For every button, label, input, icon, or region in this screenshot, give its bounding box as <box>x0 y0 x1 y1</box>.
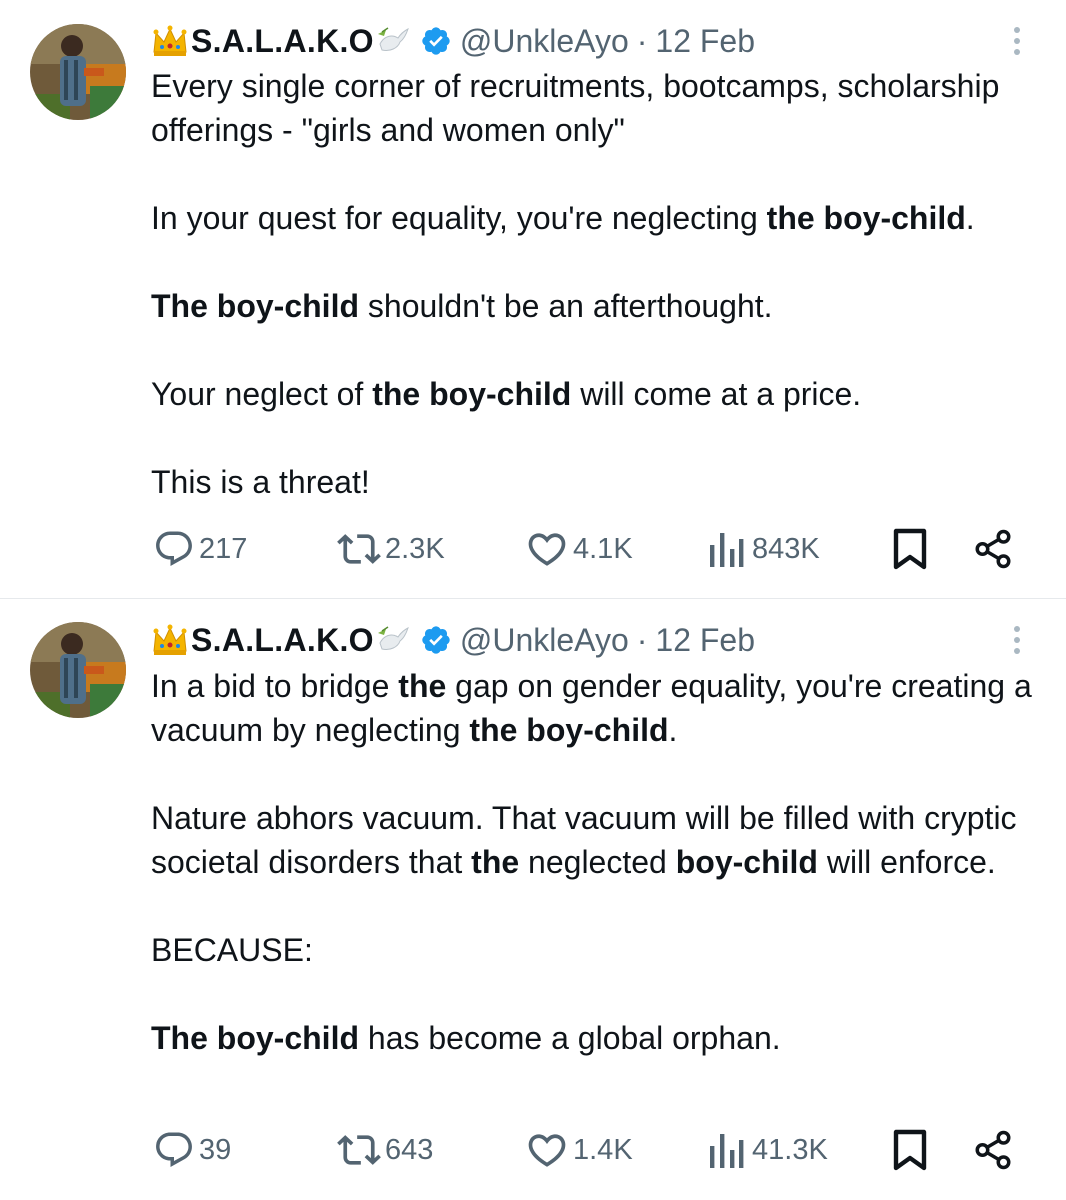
user-handle[interactable]: @UnkleAyo <box>460 21 629 61</box>
tweet-date[interactable]: 12 Feb <box>655 21 755 61</box>
reply-button[interactable]: 39 <box>153 1128 231 1172</box>
heart-icon <box>528 533 566 566</box>
share-button[interactable] <box>972 527 1014 571</box>
views-button[interactable]: 843K <box>708 527 820 571</box>
view-count: 843K <box>752 532 820 565</box>
verified-badge-icon[interactable] <box>420 624 452 656</box>
display-name[interactable]: S.A.L.A.K.O <box>191 21 374 61</box>
tweet-1[interactable]: S.A.L.A.K.O @UnkleAyo · 12 Feb Every sin… <box>0 0 1066 598</box>
avatar[interactable] <box>30 24 126 120</box>
heart-icon <box>528 1134 566 1167</box>
paragraph: The boy-child shouldn't be an afterthoug… <box>151 288 773 324</box>
share-icon <box>975 1130 1011 1170</box>
paragraph: In your quest for equality, you're negle… <box>151 200 975 236</box>
reply-icon <box>156 1132 192 1167</box>
paragraph: In a bid to bridge the gap on gender equ… <box>151 668 1032 748</box>
like-button[interactable]: 1.4K <box>525 1128 633 1172</box>
repost-icon <box>337 1135 381 1165</box>
like-button[interactable]: 4.1K <box>525 527 633 571</box>
more-options-icon[interactable] <box>1002 620 1032 660</box>
separator-dot: · <box>636 622 648 658</box>
more-options-icon[interactable] <box>1002 21 1032 61</box>
user-handle[interactable]: @UnkleAyo <box>460 620 629 660</box>
crown-emoji-icon <box>153 624 187 655</box>
reply-count: 39 <box>199 1133 232 1166</box>
repost-icon <box>337 534 381 564</box>
paragraph: Every single corner of recruitments, boo… <box>151 68 1000 148</box>
repost-count: 2.3K <box>385 532 445 565</box>
avatar-photo <box>30 622 126 718</box>
repost-button[interactable]: 643 <box>337 1128 433 1172</box>
repost-button[interactable]: 2.3K <box>337 527 445 571</box>
paragraph: Your neglect of the boy-child will come … <box>151 376 862 412</box>
share-icon <box>975 529 1011 569</box>
separator-dot: · <box>636 23 648 59</box>
share-button[interactable] <box>972 1128 1014 1172</box>
tweet-2[interactable]: S.A.L.A.K.O @UnkleAyo · 12 Feb In a bid … <box>0 599 1066 1199</box>
reply-count: 217 <box>199 532 248 565</box>
action-bar: 217 2.3K 4.1K 843K <box>0 527 1066 571</box>
action-bar: 39 643 1.4K 41.3K <box>0 1128 1066 1172</box>
views-icon <box>710 533 744 567</box>
paragraph: Nature abhors vacuum. That vacuum will b… <box>151 800 1017 880</box>
dove-emoji-icon <box>377 27 409 51</box>
avatar-photo <box>30 24 126 120</box>
paragraph: The boy-child has become a global orphan… <box>151 1020 781 1056</box>
dove-emoji-icon <box>377 626 409 650</box>
crown-emoji-icon <box>153 25 187 56</box>
display-name[interactable]: S.A.L.A.K.O <box>191 620 374 660</box>
views-icon <box>710 1134 744 1168</box>
tweet-text: In a bid to bridge the gap on gender equ… <box>151 664 1041 1060</box>
paragraph: This is a threat! <box>151 464 370 500</box>
view-count: 41.3K <box>752 1133 828 1166</box>
tweet-date[interactable]: 12 Feb <box>655 620 755 660</box>
views-button[interactable]: 41.3K <box>708 1128 828 1172</box>
avatar[interactable] <box>30 622 126 718</box>
bookmark-icon <box>893 1129 927 1171</box>
tweet-text: Every single corner of recruitments, boo… <box>151 64 1051 504</box>
paragraph: BECAUSE: <box>151 932 313 968</box>
verified-badge-icon[interactable] <box>420 25 452 57</box>
like-count: 1.4K <box>573 1133 633 1166</box>
like-count: 4.1K <box>573 532 633 565</box>
reply-icon <box>156 531 192 566</box>
reply-button[interactable]: 217 <box>153 527 247 571</box>
bookmark-icon <box>893 528 927 570</box>
bookmark-button[interactable] <box>890 1128 930 1172</box>
bookmark-button[interactable] <box>890 527 930 571</box>
repost-count: 643 <box>385 1133 434 1166</box>
